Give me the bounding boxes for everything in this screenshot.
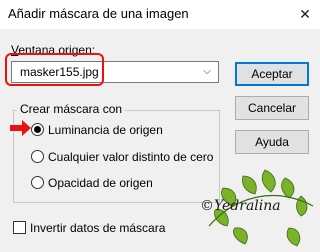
chevron-down-icon[interactable]: ⌵ xyxy=(199,63,215,81)
window-title: Añadir máscara de una imagen xyxy=(8,6,189,21)
radio-luminance-label: Luminancia de origen xyxy=(48,123,163,137)
cancel-button[interactable]: Cancelar xyxy=(235,96,309,120)
group-title: Crear máscara con xyxy=(17,102,126,116)
invert-mask-checkbox[interactable] xyxy=(13,221,26,234)
radio-opacity-label: Opacidad de origen xyxy=(48,176,153,190)
accept-button[interactable]: Aceptar xyxy=(235,62,309,86)
watermark: ©Yedralina xyxy=(200,198,281,214)
title-bar: Añadir máscara de una imagen ✕ xyxy=(0,0,320,29)
add-mask-dialog: Añadir máscara de una imagen ✕ Ventana o… xyxy=(0,0,320,252)
radio-selected-dot xyxy=(34,126,41,133)
invert-mask-label: Invertir datos de máscara xyxy=(30,221,166,235)
highlight-box xyxy=(5,53,104,86)
radio-luminance[interactable] xyxy=(31,123,44,136)
radio-opacity[interactable] xyxy=(31,176,44,189)
radio-non-zero[interactable] xyxy=(31,150,44,163)
radio-non-zero-label: Cualquier valor distinto de cero xyxy=(48,150,214,164)
close-icon[interactable]: ✕ xyxy=(294,4,316,25)
red-arrow-icon xyxy=(10,120,31,136)
help-button[interactable]: Ayuda xyxy=(235,130,309,154)
